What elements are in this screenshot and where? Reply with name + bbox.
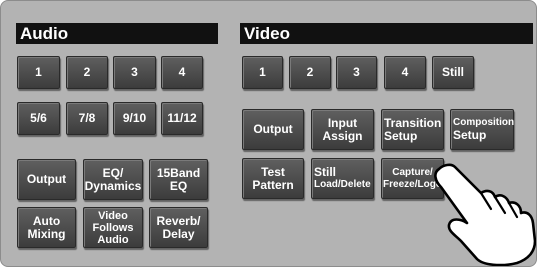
- auto-mixing-label-line2: Mixing: [27, 226, 66, 241]
- audio-15band-eq-button[interactable]: 15Band EQ: [149, 159, 208, 200]
- audio-channel-1-button[interactable]: 1: [17, 56, 60, 89]
- input-assign-label-line2: Assign: [322, 128, 363, 143]
- video-composition-setup-button[interactable]: Composition Setup: [450, 109, 514, 150]
- video-input-assign-button[interactable]: Input Assign: [311, 109, 374, 150]
- video-channel-2-button[interactable]: 2: [289, 56, 331, 89]
- reverb-delay-label-line1: Reverb/: [156, 213, 201, 228]
- transition-setup-label-line2: Setup: [384, 128, 418, 143]
- video-channel-3-button[interactable]: 3: [336, 56, 377, 89]
- video-still-button[interactable]: Still: [432, 56, 474, 89]
- video-channel-4-button[interactable]: 4: [384, 56, 426, 89]
- video-follows-audio-label-line1: Video: [98, 209, 128, 222]
- audio-pair-9-10-button[interactable]: 9/10: [113, 102, 156, 135]
- auto-mixing-label-line1: Auto: [32, 213, 61, 228]
- audio-output-button[interactable]: Output: [17, 159, 76, 200]
- audio-video-follows-audio-button[interactable]: Video Follows Audio: [83, 207, 143, 248]
- video-section-title: Video: [240, 23, 533, 44]
- audio-pair-11-12-button[interactable]: 11/12: [161, 102, 203, 135]
- audio-section-title: Audio: [16, 23, 218, 44]
- video-channel-1-button[interactable]: 1: [242, 56, 283, 89]
- test-pattern-label-line2: Pattern: [252, 177, 294, 192]
- reverb-delay-label-line2: Delay: [162, 226, 195, 241]
- audio-auto-mixing-button[interactable]: Auto Mixing: [17, 207, 76, 248]
- video-follows-audio-label-line2: Follows: [92, 221, 134, 234]
- video-test-pattern-button[interactable]: Test Pattern: [242, 158, 304, 199]
- eq-dynamics-label-line1: EQ/: [102, 165, 124, 180]
- audio-pair-5-6-button[interactable]: 5/6: [17, 102, 60, 135]
- audio-channel-3-button[interactable]: 3: [113, 56, 156, 89]
- transition-setup-label-line1: Transition: [384, 115, 442, 130]
- audio-channel-2-button[interactable]: 2: [66, 56, 108, 89]
- pointing-hand-icon: [434, 163, 536, 266]
- 15band-eq-label-line2: EQ: [169, 178, 188, 193]
- input-assign-label-line1: Input: [327, 115, 358, 130]
- 15band-eq-label-line1: 15Band: [156, 165, 201, 180]
- audio-eq-dynamics-button[interactable]: EQ/ Dynamics: [83, 159, 143, 200]
- eq-dynamics-label-line2: Dynamics: [84, 178, 142, 193]
- still-load-delete-label-line1: Still: [314, 165, 337, 179]
- video-output-label: Output: [253, 122, 293, 136]
- control-panel: Audio 1 2 3 4 5/6 7/8 9/10 11/12 Output …: [0, 0, 537, 267]
- audio-pair-7-8-button[interactable]: 7/8: [66, 102, 108, 135]
- audio-channel-4-button[interactable]: 4: [161, 56, 203, 89]
- composition-setup-label-line2: Setup: [453, 128, 487, 142]
- video-transition-setup-button[interactable]: Transition Setup: [381, 109, 444, 150]
- video-follows-audio-label-line3: Audio: [97, 233, 129, 246]
- test-pattern-label-line1: Test: [261, 164, 285, 179]
- audio-reverb-delay-button[interactable]: Reverb/ Delay: [149, 207, 208, 248]
- still-load-delete-label-line2: Load/Delete: [314, 179, 371, 190]
- audio-output-label: Output: [26, 172, 67, 186]
- video-output-button[interactable]: Output: [242, 109, 304, 150]
- video-still-load-delete-button[interactable]: Still Load/Delete: [311, 158, 374, 199]
